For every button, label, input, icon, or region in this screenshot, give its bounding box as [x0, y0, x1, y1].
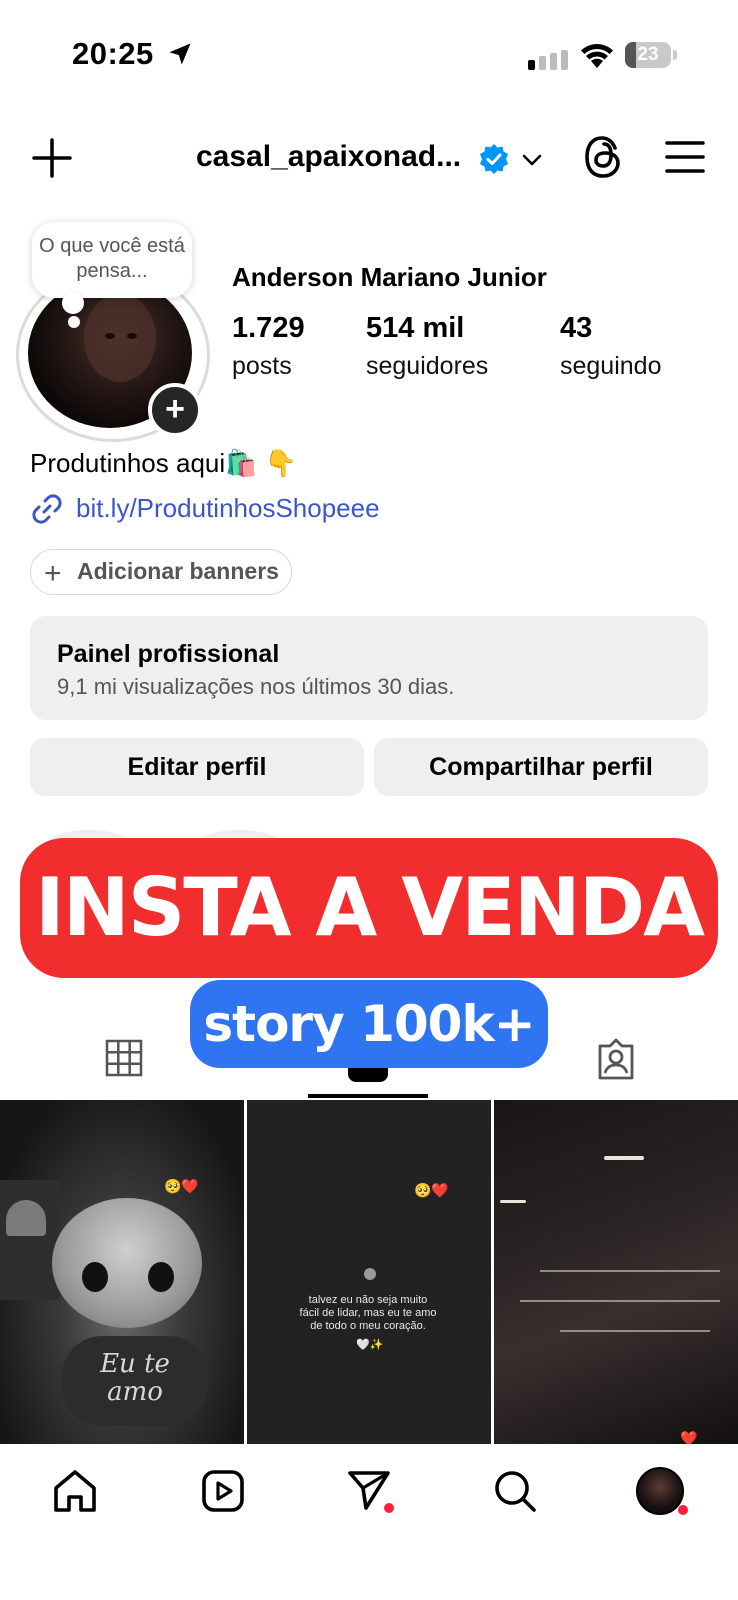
- add-story-button[interactable]: +: [148, 383, 202, 437]
- followers-count[interactable]: 514 mil: [366, 312, 464, 345]
- link-icon: [32, 494, 62, 524]
- professional-panel-title: Painel profissional: [57, 640, 280, 668]
- post-2-dot: [364, 1268, 376, 1280]
- post-2-emoji: 🥺❤️: [414, 1182, 449, 1198]
- post-1-caption: Eu te amo: [62, 1336, 208, 1426]
- verified-icon: [480, 144, 508, 174]
- battery-percent: 23: [637, 44, 659, 65]
- wifi-icon: [581, 44, 613, 68]
- promo-headline: INSTA A VENDA: [20, 838, 718, 978]
- cellular-signal-icon: [528, 50, 568, 70]
- followers-label[interactable]: seguidores: [366, 352, 488, 381]
- tagged-icon[interactable]: [594, 1038, 638, 1082]
- post-lamp-decor: [0, 1180, 60, 1300]
- bear-eye: [148, 1262, 174, 1292]
- ceiling-light: [500, 1200, 526, 1203]
- street-light-streak: [520, 1300, 720, 1302]
- post-2-footer-emoji: 🤍✨: [356, 1339, 384, 1351]
- following-count[interactable]: 43: [560, 312, 592, 345]
- send-notification-dot: [384, 1503, 394, 1513]
- active-tab-indicator: [308, 1094, 428, 1098]
- post-2-caption: talvez eu não seja muito fácil de lidar,…: [299, 1294, 437, 1332]
- grid-icon[interactable]: [104, 1038, 144, 1078]
- add-banners-button[interactable]: Adicionar banners: [30, 549, 292, 595]
- chevron-down-icon[interactable]: [520, 148, 544, 172]
- search-icon[interactable]: [492, 1468, 538, 1514]
- profile-bio: Produtinhos aqui🛍️ 👇: [30, 448, 298, 478]
- promo-pill: story 100k+: [190, 980, 548, 1068]
- profile-link[interactable]: bit.ly/ProdutinhosShopeee: [76, 493, 380, 524]
- edit-profile-button[interactable]: Editar perfil: [30, 738, 364, 796]
- following-label[interactable]: seguindo: [560, 352, 661, 381]
- post-thumbnail[interactable]: [494, 1100, 738, 1444]
- note-bubble[interactable]: O que você está pensa...: [32, 222, 192, 298]
- bear-illustration: [52, 1198, 202, 1328]
- lamp-shade: [6, 1200, 46, 1236]
- location-arrow-icon: [169, 43, 191, 65]
- bear-eye: [82, 1262, 108, 1292]
- profile-full-name: Anderson Mariano Junior: [232, 262, 547, 292]
- profile-username[interactable]: casal_apaixonad...: [196, 140, 461, 174]
- professional-panel-subtitle: 9,1 mi visualizações nos últimos 30 dias…: [57, 674, 455, 699]
- posts-label[interactable]: posts: [232, 352, 292, 381]
- menu-icon[interactable]: [664, 138, 706, 176]
- profile-tab-avatar[interactable]: [636, 1467, 684, 1515]
- add-banners-plus-icon: +: [44, 557, 62, 590]
- plus-icon[interactable]: [30, 136, 74, 180]
- note-bubble-tail: [62, 292, 84, 314]
- street-light-streak: [540, 1270, 720, 1272]
- street-light-streak: [560, 1330, 710, 1332]
- ceiling-light: [604, 1156, 644, 1160]
- battery-indicator: 23: [625, 42, 677, 68]
- threads-icon[interactable]: [582, 134, 624, 180]
- note-bubble-tail-small: [68, 316, 80, 328]
- profile-notification-dot: [678, 1505, 688, 1515]
- home-icon[interactable]: [52, 1468, 98, 1514]
- share-profile-button[interactable]: Compartilhar perfil: [374, 738, 708, 796]
- status-time: 20:25: [72, 36, 154, 71]
- post-1-emoji: 🥺❤️: [164, 1178, 199, 1194]
- reels-icon[interactable]: [200, 1468, 246, 1514]
- posts-count[interactable]: 1.729: [232, 312, 305, 345]
